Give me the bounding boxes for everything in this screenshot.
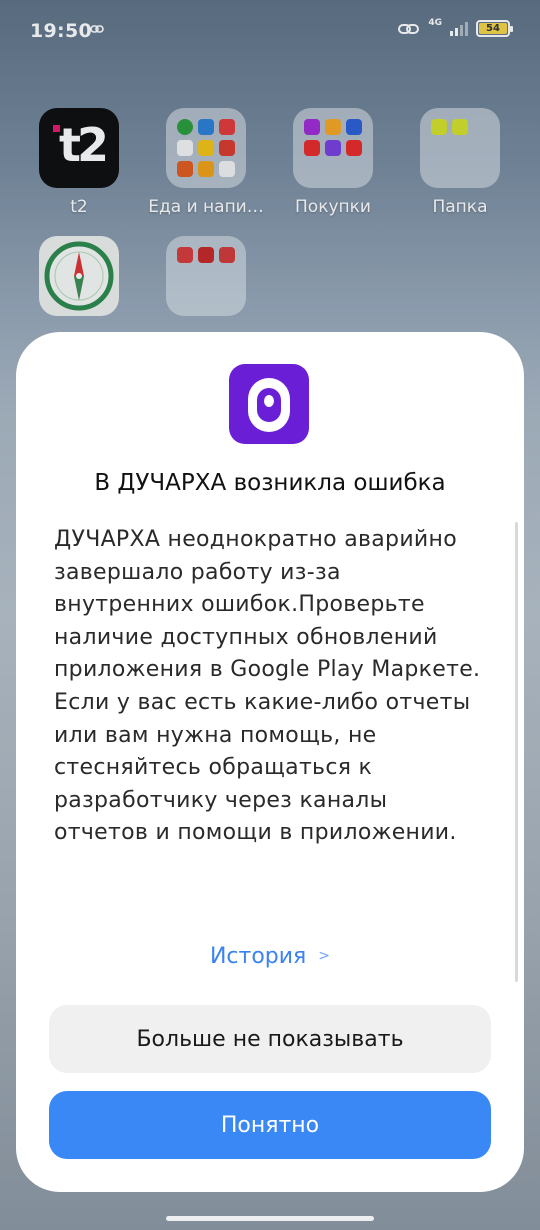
history-link[interactable]: История > — [16, 944, 524, 969]
dont-show-again-button[interactable]: Больше не показывать — [49, 1005, 491, 1073]
home-indicator[interactable] — [166, 1216, 374, 1221]
history-link-label: История — [209, 944, 307, 969]
chevron-right-icon: > — [318, 948, 331, 964]
scrollbar[interactable] — [515, 522, 518, 982]
ok-button[interactable]: Понятно — [49, 1091, 491, 1159]
dialog-title: В ДУЧАРХА возникла ошибка — [94, 470, 446, 496]
dialog-message: ДУЧАРХА неоднократно аварийно завершало … — [54, 527, 481, 846]
app-icon — [229, 364, 309, 444]
error-dialog: В ДУЧАРХА возникла ошибка ДУЧАРХА неодно… — [16, 332, 524, 1192]
